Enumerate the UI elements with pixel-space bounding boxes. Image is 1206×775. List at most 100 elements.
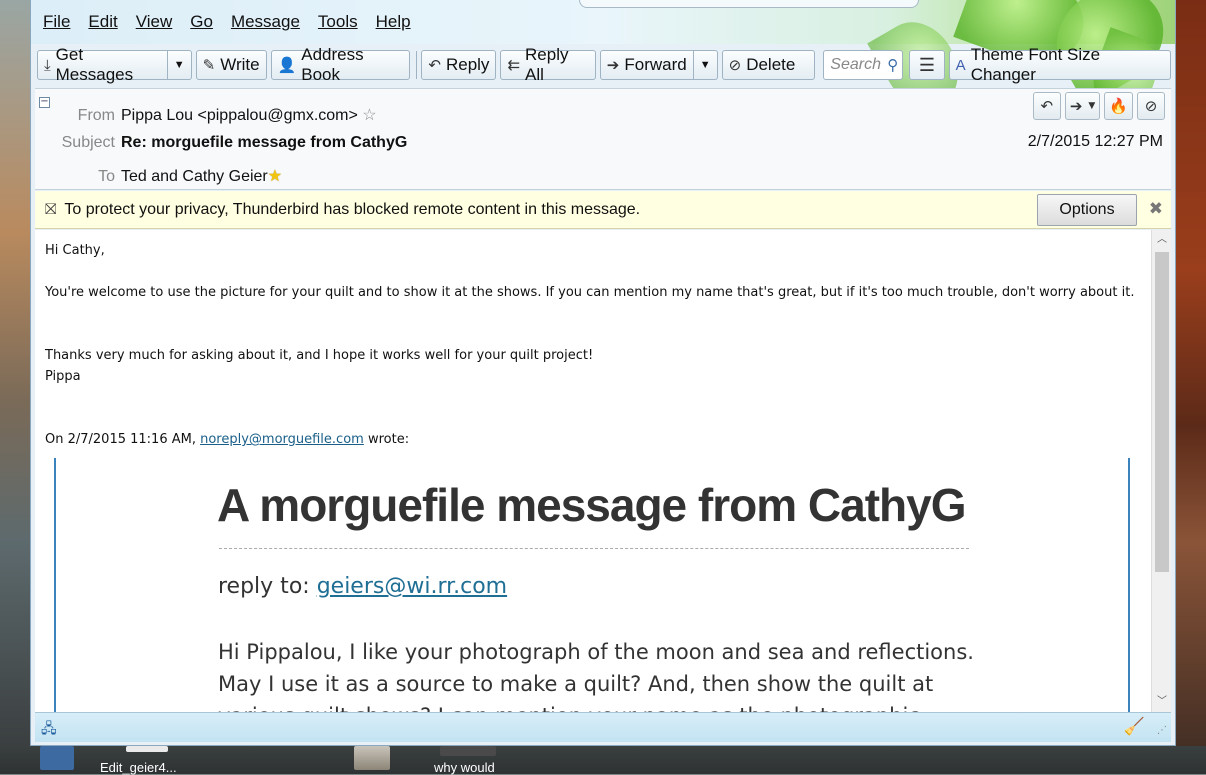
app-menu-button[interactable]: ☰ [909,50,945,80]
desktop-background-left [0,0,30,774]
write-button[interactable]: ✎ Write [195,50,267,80]
quote-title: A morguefile message from CathyG [217,479,966,531]
blocked-content-icon: ⛝ [45,201,57,218]
delete-label: Delete [746,55,796,74]
message-date: 2/7/2015 12:27 PM [1027,133,1163,150]
quote-reply-prefix: reply to: [218,574,317,599]
main-toolbar: ⤓ Get Messages ▼ ✎ Write 👤 Address Book … [31,44,1175,86]
taskbar-app-thumb[interactable] [40,746,74,770]
menu-edit[interactable]: Edit [88,12,117,32]
paragraph-2: Thanks very much for asking about it, an… [45,348,594,363]
quote-intro-suffix: wrote: [363,432,410,447]
resize-grip-icon[interactable]: ⋰ [1157,725,1167,736]
hamburger-icon: ☰ [918,54,936,75]
to-label: To [98,168,115,185]
chevron-down-icon: ▼ [173,59,185,71]
to-value[interactable]: Ted and Cathy Geier [121,168,268,185]
reply-icon: ↶ [428,57,441,74]
delete-icon: ⊘ [1144,97,1158,115]
greeting: Hi Cathy, [45,243,105,258]
theme-font-size-button[interactable]: A Theme Font Size Changer [948,45,1171,84]
quote-intro: On 2/7/2015 11:16 AM, noreply@morguefile… [45,429,1140,450]
header-reply-button[interactable]: ↶ [1032,92,1061,120]
scroll-down-icon[interactable]: ﹀ [1152,692,1171,712]
forward-button[interactable]: ➔ Forward [599,50,694,80]
star-empty-icon[interactable]: ☆ [362,107,376,124]
quote-reply-link[interactable]: geiers@wi.rr.com [317,574,507,599]
menu-items: File Edit View Go Message Tools Help [43,12,411,32]
taskbar-thumb-1[interactable] [126,746,168,752]
remote-content-notice: ⛝ To protect your privacy, Thunderbird h… [35,191,1171,229]
options-button[interactable]: Options [1037,194,1137,226]
theme-font-label: Theme Font Size Changer [970,45,1101,84]
magnifier-icon: ⚲ [887,57,899,74]
contact-icon: 👤 [277,57,297,74]
flame-icon: 🔥 [1109,97,1128,115]
status-bar: 🖧 🧹 ⋰ [35,712,1171,742]
message-header: − From Pippa Lou <pippalou@gmx.com> ☆ Sub… [35,88,1171,190]
header-delete-button[interactable]: ⊘ [1137,92,1165,120]
quote-intro-prefix: On 2/7/2015 11:16 AM, [45,432,201,447]
write-label: Write [220,55,260,74]
close-icon[interactable]: ✖ [1149,199,1163,219]
taskbar-item-1[interactable]: Edit_geier4... [100,760,177,775]
taskbar-thumb-3[interactable] [440,746,496,756]
chevron-down-icon: ▼ [1088,101,1096,111]
toolbar-separator [416,51,418,79]
menu-view[interactable]: View [136,12,173,32]
reply-all-button[interactable]: ⇇ Reply All [500,45,596,84]
menu-bar: File Edit View Go Message Tools Help [31,0,1175,44]
quote-text: Hi Pippalou, I like your photograph of t… [218,640,974,712]
quote-reply-line: reply to: geiers@wi.rr.com [218,574,507,599]
quote-divider [219,548,969,549]
thunderbird-window: File Edit View Go Message Tools Help ⤓ G… [30,0,1176,746]
get-messages-dropdown[interactable]: ▼ [167,50,192,80]
quote-intro-link[interactable]: noreply@morguefile.com [200,432,364,447]
menu-tools[interactable]: Tools [318,12,358,32]
to-row: To Ted and Cathy Geier★ [35,166,282,186]
menu-file[interactable]: File [43,12,70,32]
star-filled-icon[interactable]: ★ [268,168,282,185]
from-value[interactable]: Pippa Lou <pippalou@gmx.com> [121,107,358,124]
delete-icon: ⊘ [728,57,742,74]
scroll-up-icon[interactable]: ︿ [1152,230,1171,250]
broom-icon[interactable]: 🧹 [1124,717,1145,737]
menu-help[interactable]: Help [376,12,411,32]
message-action-buttons: ↶ ➔ ▼ 🔥 ⊘ [1032,92,1165,120]
menu-message[interactable]: Message [231,12,300,32]
get-messages-label: Get Messages [55,45,134,84]
signature: Pippa [45,369,81,384]
reply-label: Reply [445,55,490,74]
forward-icon: ➔ [1069,97,1083,115]
options-label: Options [1059,201,1115,218]
reply-all-label: Reply All [525,45,569,84]
subject-row: Subject Re: morguefile message from Cathy… [35,134,408,152]
menu-go[interactable]: Go [190,12,213,32]
vertical-scrollbar[interactable]: ︿ ﹀ [1151,230,1171,712]
message-body: Hi Cathy, You're welcome to use the pict… [35,230,1171,712]
reply-all-icon: ⇇ [507,57,521,74]
address-book-button[interactable]: 👤 Address Book [270,45,411,84]
download-icon: ⤓ [44,56,51,74]
taskbar-item-2[interactable]: why would [434,760,495,775]
subject-label: Subject [61,134,115,151]
from-label: From [77,107,115,124]
forward-icon: ➔ [606,57,620,74]
search-placeholder: Search [830,56,881,73]
search-input[interactable]: Search ⚲ [823,50,904,80]
forward-split: ➔ Forward ▼ [599,50,718,80]
get-messages-button[interactable]: ⤓ Get Messages [37,45,168,84]
header-junk-button[interactable]: 🔥 [1104,92,1133,120]
delete-button[interactable]: ⊘ Delete [721,50,816,80]
scroll-thumb[interactable] [1155,252,1169,572]
reply-button[interactable]: ↶ Reply [421,50,497,80]
theme-icon: A [955,56,966,74]
title-search-box [579,0,919,8]
forward-dropdown[interactable]: ▼ [693,50,718,80]
taskbar-thumb-2[interactable] [354,746,390,770]
address-book-label: Address Book [301,45,364,84]
network-status-icon[interactable]: 🖧 [41,718,57,742]
get-messages-split: ⤓ Get Messages ▼ [37,45,192,84]
taskbar: Edit_geier4... why would [0,746,1206,775]
header-forward-button[interactable]: ➔ ▼ [1064,92,1101,120]
